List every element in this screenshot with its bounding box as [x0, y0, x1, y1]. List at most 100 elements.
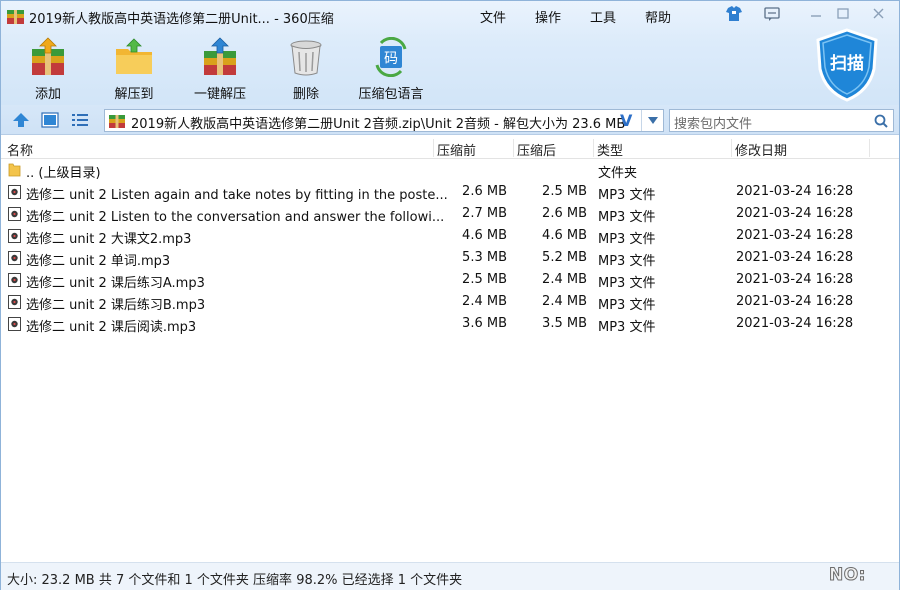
one-click-extract-button[interactable]: 一键解压: [185, 37, 255, 102]
file-compressed-size: 3.5 MB: [542, 316, 587, 331]
audio-file-icon: [8, 295, 21, 309]
path-bar[interactable]: 2019新人教版高中英语选修第二册Unit 2音频.zip\Unit 2音频 -…: [104, 109, 664, 132]
skin-icon[interactable]: [723, 5, 745, 23]
column-name[interactable]: 名称: [7, 140, 33, 159]
file-packed-size: 5.3 MB: [462, 250, 507, 265]
table-row[interactable]: 选修二 unit 2 单词.mp3 5.3 MB 5.2 MB MP3 文件 2…: [1, 247, 899, 269]
file-name: 选修二 unit 2 课后练习B.mp3: [26, 298, 206, 313]
file-modified: 2021-03-24 16:28: [736, 294, 854, 309]
file-name: 选修二 unit 2 Listen again and take notes b…: [26, 188, 448, 203]
minimize-icon[interactable]: [805, 5, 827, 23]
table-row[interactable]: 选修二 unit 2 Listen to the conversation an…: [1, 203, 899, 225]
file-modified: 2021-03-24 16:28: [736, 272, 854, 287]
file-packed-size: 2.6 MB: [462, 184, 507, 199]
file-name: 选修二 unit 2 课后练习A.mp3: [26, 276, 205, 291]
file-compressed-size: 4.6 MB: [542, 228, 587, 243]
add-archive-icon: [32, 37, 64, 75]
file-name: 选修二 unit 2 大课文2.mp3: [26, 232, 192, 247]
parent-folder-row[interactable]: .. (上级目录) 文件夹: [1, 159, 899, 181]
status-bar: 大小: 23.2 MB 共 7 个文件和 1 个文件夹 压缩率 98.2% 已经…: [1, 562, 899, 590]
column-divider: [433, 139, 434, 157]
file-type: MP3 文件: [598, 254, 656, 269]
column-divider: [593, 139, 594, 157]
table-row[interactable]: 选修二 unit 2 课后练习B.mp3 2.4 MB 2.4 MB MP3 文…: [1, 291, 899, 313]
table-row[interactable]: 选修二 unit 2 Listen again and take notes b…: [1, 181, 899, 203]
file-packed-size: 4.6 MB: [462, 228, 507, 243]
title-bar: 2019新人教版高中英语选修第二册Unit... - 360压缩 文件 操作 工…: [1, 1, 899, 31]
file-modified: 2021-03-24 16:28: [736, 250, 854, 265]
add-button[interactable]: 添加: [13, 37, 83, 102]
svg-text:扫描: 扫描: [830, 53, 864, 74]
file-type: MP3 文件: [598, 298, 656, 313]
scan-shield-button[interactable]: 扫描: [813, 27, 881, 103]
delete-button[interactable]: 删除: [271, 37, 341, 102]
file-packed-size: 2.4 MB: [462, 294, 507, 309]
file-compressed-size: 2.4 MB: [542, 272, 587, 287]
file-packed-size: 2.7 MB: [462, 206, 507, 221]
folder-icon: [8, 163, 21, 177]
table-row[interactable]: 选修二 unit 2 课后阅读.mp3 3.6 MB 3.5 MB MP3 文件…: [1, 313, 899, 335]
column-header: 名称 压缩前 压缩后 类型 修改日期: [1, 137, 899, 159]
search-icon[interactable]: [873, 113, 889, 129]
file-modified: 2021-03-24 16:28: [736, 316, 854, 331]
file-type: MP3 文件: [598, 232, 656, 247]
column-compressed[interactable]: 压缩后: [517, 140, 556, 159]
up-arrow-icon[interactable]: [12, 112, 30, 128]
file-list: 名称 压缩前 压缩后 类型 修改日期 .. (上级目录) 文件夹 选修二 uni…: [1, 137, 899, 561]
archive-icon: [109, 115, 125, 128]
file-type: MP3 文件: [598, 188, 656, 203]
thumbnail-view-icon[interactable]: [41, 112, 59, 128]
archive-language-button[interactable]: 码 压缩包语言: [356, 37, 426, 102]
delete-label: 删除: [292, 87, 319, 102]
file-modified: 2021-03-24 16:28: [736, 184, 854, 199]
audio-file-icon: [8, 273, 21, 287]
file-modified: 2021-03-24 16:28: [736, 228, 854, 243]
table-row[interactable]: 选修二 unit 2 大课文2.mp3 4.6 MB 4.6 MB MP3 文件…: [1, 225, 899, 247]
file-packed-size: 2.5 MB: [462, 272, 507, 287]
status-badge: NO:: [829, 565, 866, 586]
file-compressed-size: 2.5 MB: [542, 184, 587, 199]
menu-help[interactable]: 帮助: [645, 7, 671, 26]
file-compressed-size: 2.4 MB: [542, 294, 587, 309]
file-name: 选修二 unit 2 课后阅读.mp3: [26, 320, 197, 335]
extract-to-label: 解压到: [114, 87, 154, 102]
search-input[interactable]: 搜索包内文件: [669, 109, 894, 132]
one-click-extract-icon: [204, 37, 236, 75]
file-type: MP3 文件: [598, 210, 656, 225]
column-modified[interactable]: 修改日期: [735, 140, 787, 159]
close-icon[interactable]: [868, 5, 890, 23]
file-name: 选修二 unit 2 Listen to the conversation an…: [26, 210, 445, 225]
path-dropdown-button[interactable]: [641, 110, 663, 131]
header: 2019新人教版高中英语选修第二册Unit... - 360压缩 文件 操作 工…: [1, 1, 899, 105]
maximize-icon[interactable]: [832, 5, 854, 23]
menu-tools[interactable]: 工具: [590, 7, 616, 26]
file-type: MP3 文件: [598, 276, 656, 291]
column-type[interactable]: 类型: [597, 140, 623, 159]
file-type: MP3 文件: [598, 320, 656, 335]
archive-icon: [7, 10, 24, 24]
menu-operate[interactable]: 操作: [535, 7, 561, 26]
audio-file-icon: [8, 229, 21, 243]
column-divider: [731, 139, 732, 157]
parent-folder-name: .. (上级目录): [26, 166, 101, 181]
list-view-icon[interactable]: [71, 112, 89, 128]
window-title: 2019新人教版高中英语选修第二册Unit... - 360压缩: [29, 12, 334, 27]
column-packed[interactable]: 压缩前: [437, 140, 476, 159]
file-packed-size: 3.6 MB: [462, 316, 507, 331]
verified-mark: V: [620, 111, 633, 130]
add-label: 添加: [34, 87, 61, 102]
one-click-extract-label: 一键解压: [193, 87, 246, 102]
app-window: 2019新人教版高中英语选修第二册Unit... - 360压缩 文件 操作 工…: [0, 0, 900, 590]
menu-file[interactable]: 文件: [480, 7, 506, 26]
feedback-icon[interactable]: [761, 5, 783, 23]
extract-to-button[interactable]: 解压到: [99, 37, 169, 102]
status-summary: 大小: 23.2 MB 共 7 个文件和 1 个文件夹 压缩率 98.2% 已经…: [7, 573, 463, 588]
address-row: 2019新人教版高中英语选修第二册Unit 2音频.zip\Unit 2音频 -…: [1, 105, 899, 135]
column-divider: [513, 139, 514, 157]
table-row[interactable]: 选修二 unit 2 课后练习A.mp3 2.5 MB 2.4 MB MP3 文…: [1, 269, 899, 291]
archive-path: 2019新人教版高中英语选修第二册Unit 2音频.zip\Unit 2音频 -…: [131, 117, 626, 132]
file-compressed-size: 2.6 MB: [542, 206, 587, 221]
file-compressed-size: 5.2 MB: [542, 250, 587, 265]
parent-folder-type: 文件夹: [598, 166, 638, 181]
audio-file-icon: [8, 317, 21, 331]
